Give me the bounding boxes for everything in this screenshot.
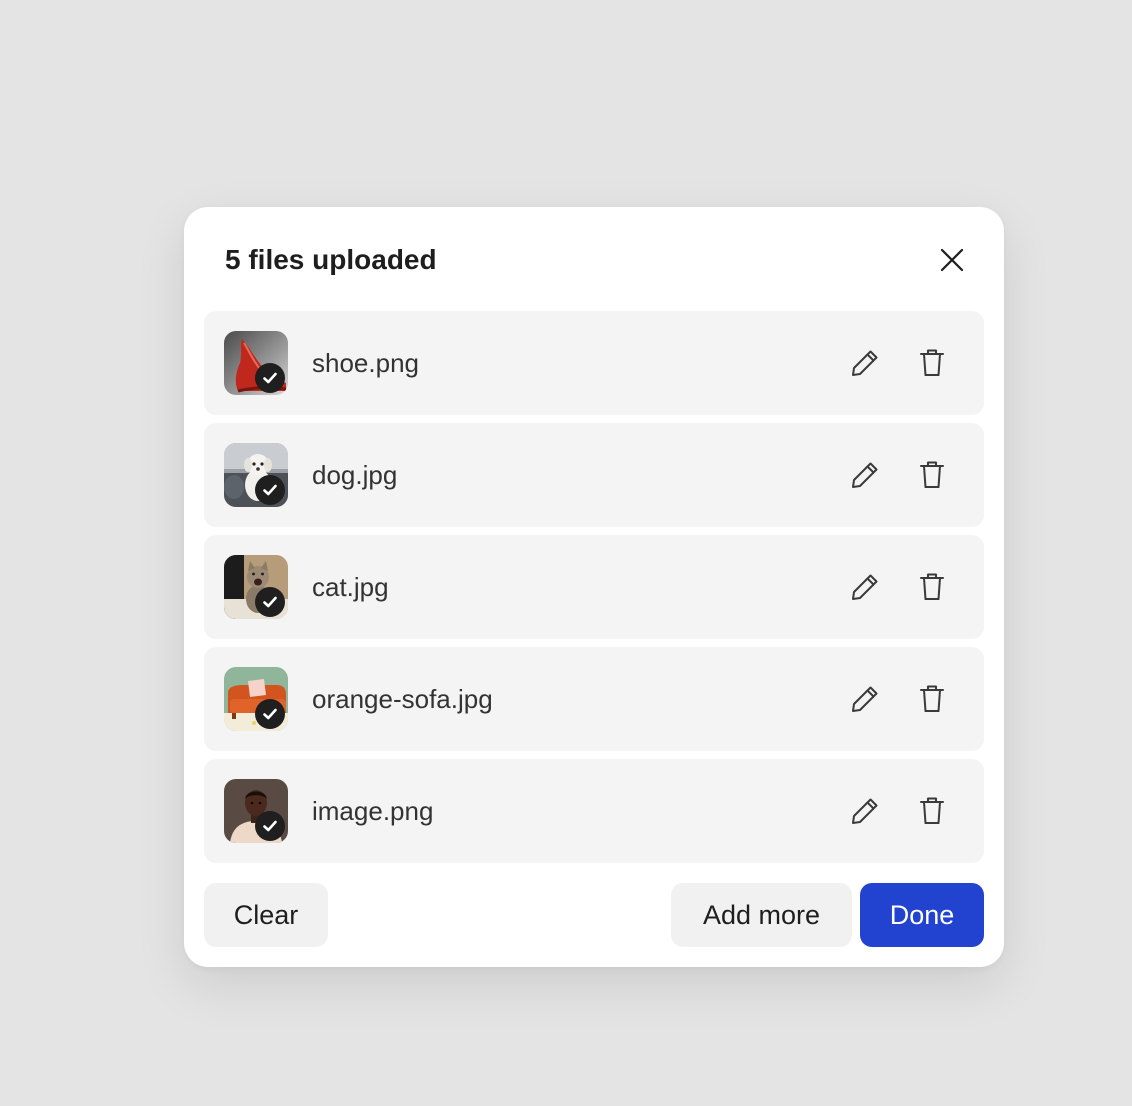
file-thumbnail (224, 779, 288, 843)
file-name: image.png (312, 796, 434, 826)
file-thumbnail (224, 667, 288, 731)
edit-button[interactable] (847, 569, 883, 605)
file-list: shoe.png dog.jpg cat.jpg orange-sofa.jpg… (204, 311, 984, 871)
file-name: orange-sofa.jpg (312, 684, 493, 714)
upload-complete-badge (255, 475, 285, 505)
file-row: cat.jpg (204, 535, 984, 639)
file-thumbnail (224, 443, 288, 507)
upload-complete-badge (255, 811, 285, 841)
file-row: image.png (204, 759, 984, 863)
done-button[interactable]: Done (860, 883, 984, 947)
upload-complete-badge (255, 587, 285, 617)
pencil-icon (852, 798, 878, 824)
trash-icon (920, 349, 944, 376)
edit-button[interactable] (847, 793, 883, 829)
edit-button[interactable] (847, 681, 883, 717)
upload-complete-badge (255, 699, 285, 729)
upload-dialog: 5 files uploaded shoe.png dog.jpg cat.jp… (184, 207, 1004, 967)
file-row: shoe.png (204, 311, 984, 415)
trash-icon (920, 461, 944, 488)
pencil-icon (852, 462, 878, 488)
file-row: orange-sofa.jpg (204, 647, 984, 751)
delete-button[interactable] (914, 345, 950, 381)
file-thumbnail (224, 555, 288, 619)
close-icon (940, 248, 964, 272)
check-icon (263, 820, 277, 832)
pencil-icon (852, 350, 878, 376)
dialog-title: 5 files uploaded (225, 244, 437, 275)
trash-icon (920, 573, 944, 600)
delete-button[interactable] (914, 793, 950, 829)
file-thumbnail (224, 331, 288, 395)
pencil-icon (852, 686, 878, 712)
trash-icon (920, 685, 944, 712)
delete-button[interactable] (914, 569, 950, 605)
check-icon (263, 484, 277, 496)
check-icon (263, 708, 277, 720)
delete-button[interactable] (914, 681, 950, 717)
clear-button[interactable]: Clear (204, 883, 328, 947)
check-icon (263, 372, 277, 384)
delete-button[interactable] (914, 457, 950, 493)
add-more-button[interactable]: Add more (671, 883, 852, 947)
pencil-icon (852, 574, 878, 600)
edit-button[interactable] (847, 345, 883, 381)
file-name: shoe.png (312, 348, 419, 378)
file-name: cat.jpg (312, 572, 389, 602)
file-name: dog.jpg (312, 460, 398, 490)
upload-complete-badge (255, 363, 285, 393)
edit-button[interactable] (847, 457, 883, 493)
check-icon (263, 596, 277, 608)
close-button[interactable] (934, 242, 970, 278)
file-row: dog.jpg (204, 423, 984, 527)
trash-icon (920, 797, 944, 824)
